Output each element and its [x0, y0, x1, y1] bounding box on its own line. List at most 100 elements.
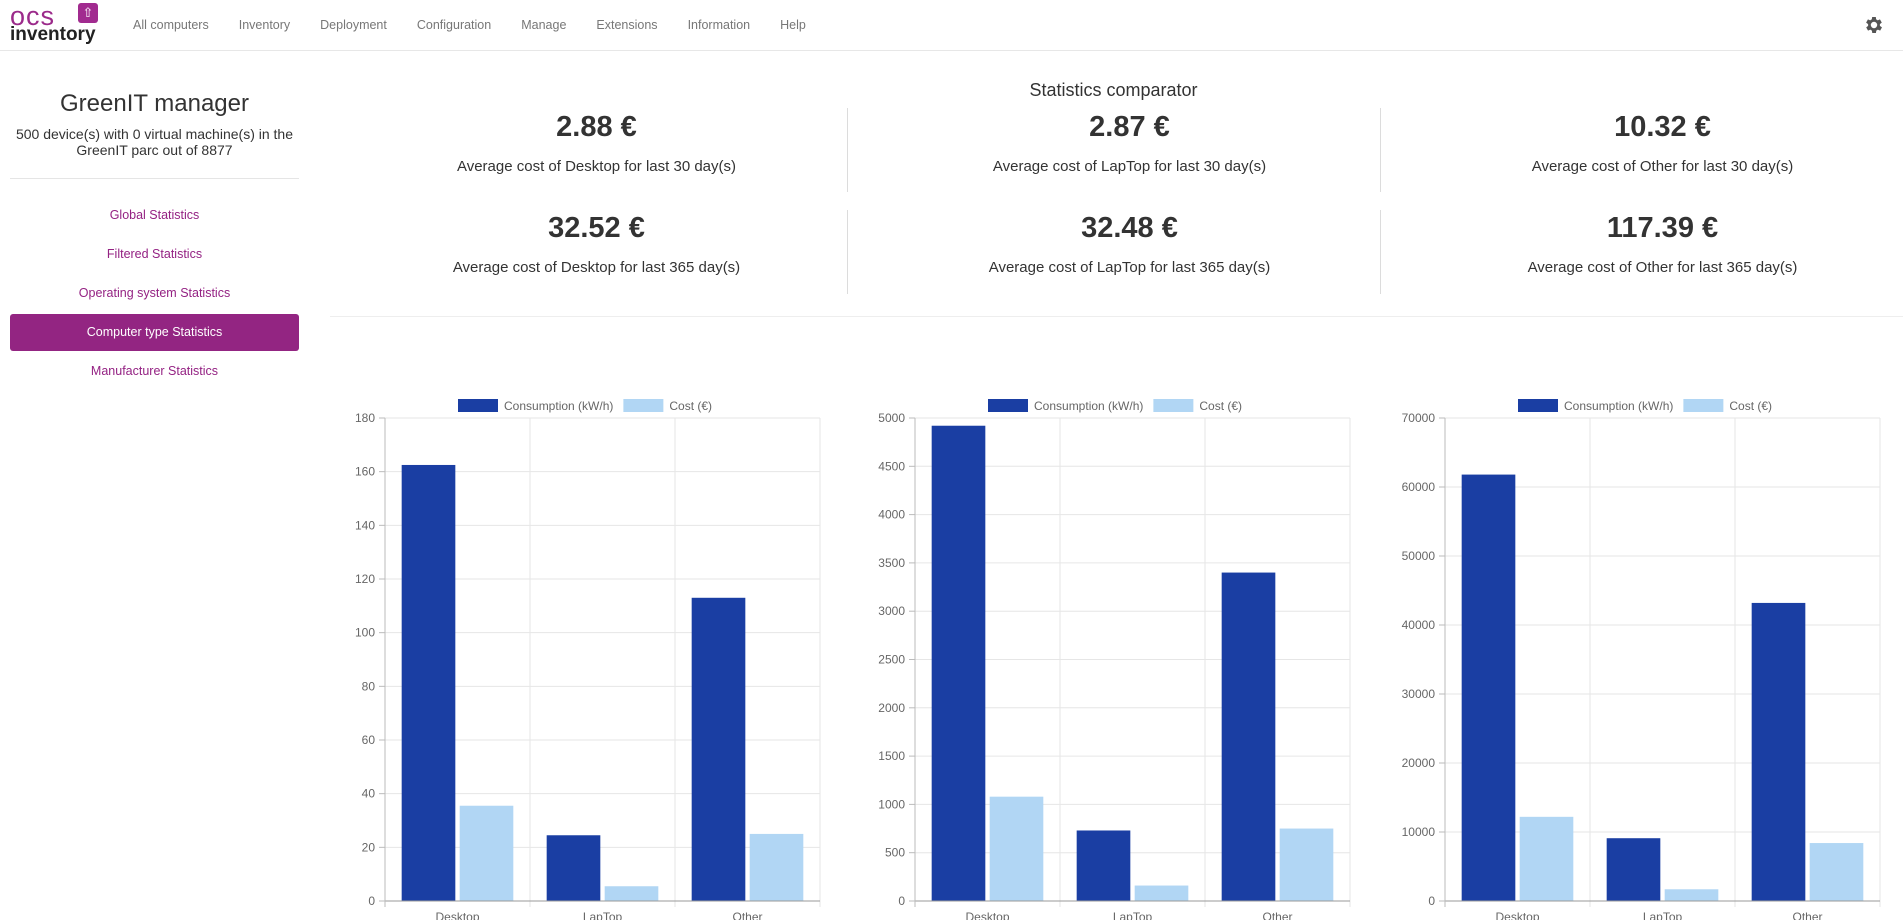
bar: [1076, 830, 1131, 901]
bar: [546, 835, 601, 901]
legend-swatch: [623, 399, 664, 412]
legend-label: Consumption (kW/h): [1034, 399, 1143, 413]
x-tick-label: LapTop: [583, 910, 623, 920]
stat-card: 10.32 € Average cost of Other for last 3…: [1396, 110, 1903, 175]
legend-label: Consumption (kW/h): [1564, 399, 1673, 413]
y-tick-label: 30000: [1402, 687, 1436, 701]
bar: [1461, 474, 1516, 901]
bar: [1221, 572, 1276, 901]
bar: [1809, 843, 1864, 901]
sidebar: GreenIT manager 500 device(s) with 0 vir…: [10, 50, 299, 392]
y-tick-label: 0: [1428, 894, 1435, 908]
y-tick-label: 1000: [878, 797, 905, 811]
nav-item-manage[interactable]: Manage: [506, 0, 581, 50]
y-tick-label: 180: [355, 411, 375, 425]
nav-item-information[interactable]: Information: [673, 0, 766, 50]
sidebar-item-global-statistics[interactable]: Global Statistics: [10, 197, 299, 234]
x-tick-label: Other: [1792, 910, 1822, 920]
stat-label: Average cost of Desktop for last 30 day(…: [456, 158, 737, 175]
stat-label: Average cost of Desktop for last 365 day…: [452, 259, 741, 276]
legend-swatch: [1518, 399, 1558, 412]
stat-card: 32.48 € Average cost of LapTop for last …: [863, 211, 1396, 276]
y-tick-label: 140: [355, 518, 375, 532]
legend-label: Cost (€): [669, 399, 712, 413]
nav-item-configuration[interactable]: Configuration: [402, 0, 506, 50]
sidebar-item-computer-type-statistics[interactable]: Computer type Statistics: [10, 314, 299, 351]
y-tick-label: 20: [362, 840, 376, 854]
y-tick-label: 500: [885, 846, 905, 860]
y-tick-label: 5000: [878, 411, 905, 425]
y-tick-label: 80: [362, 679, 376, 693]
bar-chart-total: Consumption (kW/h) Cost (€) 0 10000 20000 300…: [1390, 335, 1890, 920]
y-tick-label: 4000: [878, 508, 905, 522]
bar: [1134, 885, 1189, 901]
x-tick-label: Other: [1262, 910, 1292, 920]
legend-label: Consumption (kW/h): [504, 399, 613, 413]
stat-value: 2.88 €: [556, 111, 637, 143]
sidebar-menu: Global Statistics Filtered Statistics Op…: [10, 197, 299, 392]
bar: [401, 464, 456, 901]
comparator-title: Statistics comparator: [1029, 80, 1198, 100]
stat-card: 2.88 € Average cost of Desktop for last …: [330, 110, 863, 175]
y-tick-label: 2000: [878, 701, 905, 715]
stat-value: 2.87 €: [1089, 111, 1170, 143]
y-tick-label: 3500: [878, 556, 905, 570]
y-tick-label: 160: [355, 465, 375, 479]
sidebar-item-os-statistics[interactable]: Operating system Statistics: [10, 275, 299, 312]
column-divider: [1380, 210, 1381, 294]
sidebar-divider: [10, 178, 299, 179]
y-tick-label: 10000: [1402, 825, 1436, 839]
sidebar-title: GreenIT manager: [60, 90, 249, 117]
top-navbar: ocs ⇧ inventory All computers Inventory …: [0, 0, 1903, 51]
y-tick-label: 2500: [878, 653, 905, 667]
bar: [1519, 816, 1574, 901]
bar: [1279, 828, 1334, 901]
bar: [691, 597, 746, 901]
stat-label: Average cost of LapTop for last 365 day(…: [988, 259, 1271, 276]
legend-label: Cost (€): [1729, 399, 1772, 413]
section-divider: [330, 316, 1903, 317]
stat-label: Average cost of Other for last 30 day(s): [1531, 158, 1794, 175]
sidebar-item-manufacturer-statistics[interactable]: Manufacturer Statistics: [10, 353, 299, 390]
x-tick-label: LapTop: [1643, 910, 1683, 920]
stat-value: 10.32 €: [1614, 111, 1711, 143]
y-tick-label: 0: [368, 894, 375, 908]
bar-chart-30-days: Consumption (kW/h) Cost (€) 0 20 40 60 80 100 12…: [330, 335, 830, 920]
bar-chart-365-days: Consumption (kW/h) Cost (€) 0 500 1000 1500 20…: [860, 335, 1360, 920]
stat-value: 32.48 €: [1081, 212, 1178, 244]
sidebar-item-filtered-statistics[interactable]: Filtered Statistics: [10, 236, 299, 273]
ocs-inventory-logo[interactable]: ocs ⇧ inventory: [10, 3, 100, 45]
y-tick-label: 60000: [1402, 480, 1436, 494]
sidebar-subtitle: 500 device(s) with 0 virtual machine(s) …: [15, 126, 293, 158]
y-tick-label: 70000: [1402, 411, 1436, 425]
bar: [1664, 889, 1719, 901]
stat-label: Average cost of LapTop for last 30 day(s…: [992, 158, 1267, 175]
gear-icon[interactable]: [1863, 14, 1885, 36]
y-tick-label: 3000: [878, 604, 905, 618]
nav-item-deployment[interactable]: Deployment: [305, 0, 402, 50]
legend-swatch: [988, 399, 1028, 412]
nav-item-all-computers[interactable]: All computers: [118, 0, 224, 50]
chart-svg: Consumption (kW/h) Cost (€) 0 20 40 60 80 100 12…: [355, 399, 821, 920]
nav-item-help[interactable]: Help: [765, 0, 821, 50]
y-tick-label: 50000: [1402, 549, 1436, 563]
y-tick-label: 120: [355, 572, 375, 586]
column-divider: [847, 210, 848, 294]
bar: [749, 833, 804, 901]
nav-item-extensions[interactable]: Extensions: [581, 0, 672, 50]
legend-label: Cost (€): [1199, 399, 1242, 413]
y-tick-label: 0: [898, 894, 905, 908]
nav-item-inventory[interactable]: Inventory: [224, 0, 305, 50]
y-tick-label: 100: [355, 626, 375, 640]
bar: [1606, 838, 1661, 901]
x-tick-label: LapTop: [1113, 910, 1153, 920]
legend-swatch: [1683, 399, 1724, 412]
x-tick-label: Desktop: [1495, 910, 1539, 920]
legend-swatch: [458, 399, 498, 412]
y-tick-label: 4500: [878, 459, 905, 473]
stat-label: Average cost of Other for last 365 day(s…: [1527, 259, 1798, 276]
bar: [1751, 602, 1806, 901]
x-tick-label: Desktop: [435, 910, 479, 920]
legend-swatch: [1153, 399, 1194, 412]
logo-text-bottom: inventory: [10, 24, 96, 45]
